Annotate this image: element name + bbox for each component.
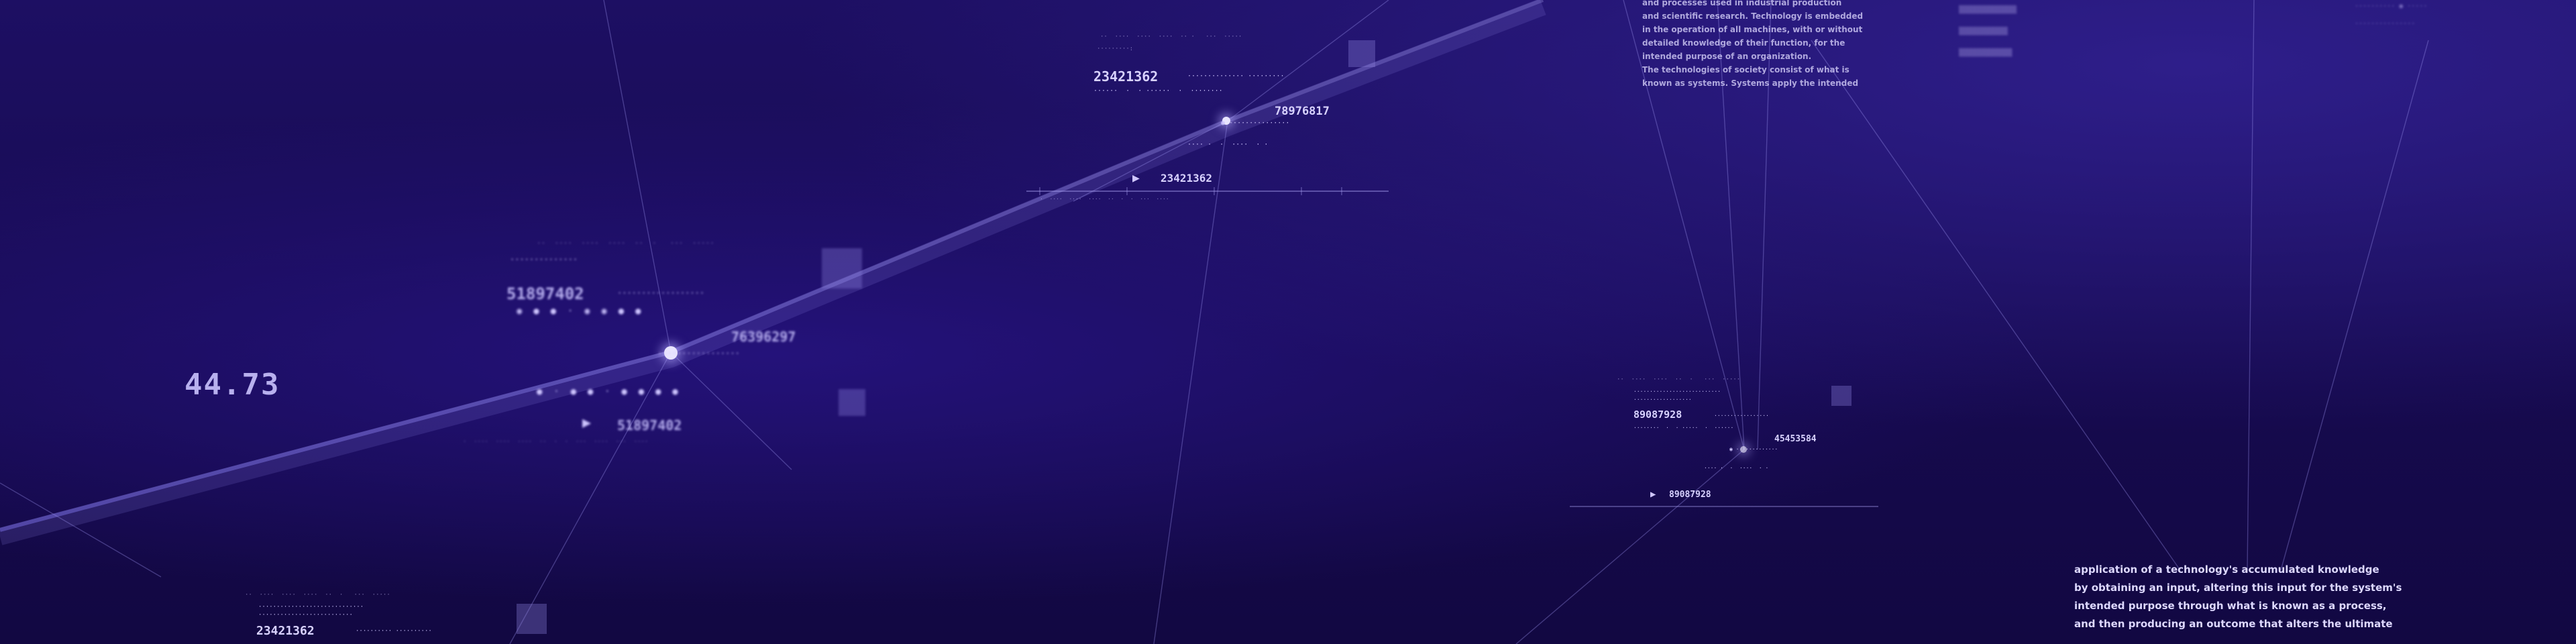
hud-square <box>517 604 547 634</box>
hud-number: 89087928 <box>1669 490 1711 500</box>
hud-panel-right-mid: ·· ···· ···· ·· · ··· ····· ············… <box>1570 372 1878 520</box>
tech-paragraph-bottom: application of a technology's accumulate… <box>2074 561 2402 633</box>
hud-digit-row: ◉ ● ● · ◉ ◉ ● ● <box>517 306 641 317</box>
play-icon: ▶ <box>1132 171 1140 185</box>
hud-panel-top-right: ▒▒▒▒▒▒▒▒▒▒▒▒▒ ▒▒▒▒▒▒▒▒▒▒▒ ▒▒▒▒▒▒▒▒▒▒▒▒ ·… <box>1959 0 2563 107</box>
hud-digit-row: ·························· <box>258 612 353 619</box>
hud-digit-row: ················· <box>657 349 740 358</box>
tech-network-banner: 44.73 ·· ···· ···· ···· ·· · ··· ····· ·… <box>0 0 2576 644</box>
hud-square <box>1831 386 1851 406</box>
hud-axis <box>1570 506 1878 507</box>
hud-panel-bottom-left: ·· ···· ···· ···· ·· · ··· ····· ·······… <box>228 589 577 644</box>
play-icon: ▶ <box>1650 489 1656 500</box>
hud-number: 76396297 <box>731 329 796 345</box>
hud-digit-row: ·············· <box>510 255 578 264</box>
play-icon: ▶ <box>582 415 592 431</box>
hud-digit-row: ···· · · ···· · · <box>1704 465 1769 471</box>
hud-number: 23421362 <box>256 624 315 638</box>
hud-digit-row: ◉ ··············· <box>1221 119 1290 127</box>
hud-digit-row: ··························· <box>1633 388 1721 394</box>
paragraph-line: The technologies of society consist of w… <box>1642 65 1849 74</box>
paragraph-line: in the operation of all machines, with o… <box>1642 25 1863 34</box>
hud-number: 23421362 <box>1093 68 1159 85</box>
paragraph-line: intended purpose of an organization. <box>1642 52 1812 61</box>
hud-number: 78976817 <box>1275 105 1330 118</box>
paragraph-line: application of a technology's accumulate… <box>2074 564 2379 576</box>
hud-number: 51897402 <box>506 284 584 303</box>
paragraph-line: detailed knowledge of their function, fo… <box>1642 38 1845 48</box>
value-readout: 44.73 <box>184 368 280 402</box>
paragraph-line: intended purpose through what is known a… <box>2074 600 2387 612</box>
hud-digit-row: ····························· <box>258 604 364 610</box>
hud-square <box>839 389 865 416</box>
paragraph-line: known as systems. Systems apply the inte… <box>1642 78 1859 88</box>
hud-digit-row: ·········· ◉ ····· <box>2355 3 2428 10</box>
hud-square <box>1348 40 1375 67</box>
hud-digit-row: ·················· <box>617 288 705 298</box>
hud-digit-row: ··············· <box>2355 20 2416 28</box>
hud-panel-top-center: ·· ···· ···· ···· ·· · ··· ····· ·······… <box>1026 34 1389 208</box>
paragraph-line: and then producing an outcome that alter… <box>2074 618 2393 630</box>
hud-dots: ·· ···· ···· ···· ·· · ··· ····· <box>537 239 714 248</box>
hud-dots: ·· ···· ···· ·· · ··· ····· <box>1617 376 1741 383</box>
hud-digit-row: ▒▒▒▒▒▒▒▒▒▒▒▒▒ <box>1959 5 2017 14</box>
hud-digit-row: ◉ ············· <box>1729 446 1778 452</box>
hud-number: 45453584 <box>1774 434 1817 444</box>
paragraph-line: by obtaining an input, altering this inp… <box>2074 582 2402 594</box>
hud-number: 51897402 <box>617 417 682 433</box>
hud-ticks: · ···· ···· ···· ·· · · ··· ···· ··· ···… <box>463 439 649 445</box>
hud-square <box>822 248 862 288</box>
hud-digit-row: ▒▒▒▒▒▒▒▒▒▒▒ <box>1959 27 2008 36</box>
hud-code: ·········: <box>1097 46 1134 52</box>
tech-paragraph-top: and processes used in industrial product… <box>1642 0 1863 90</box>
hud-ticks: · ···· ···· ···· ·· · · ··· ···· <box>1040 196 1169 202</box>
hud-digit-row: ···· · · ···· · · <box>1187 141 1269 148</box>
paragraph-line: and processes used in industrial product… <box>1642 0 1842 7</box>
hud-digit-row: ● · ● ● · ● ● ● ● <box>537 386 678 397</box>
hud-panel-left-mid: ·· ···· ···· ···· ·· · ··· ····· ·······… <box>463 235 892 463</box>
hud-digit-row: ·········· ·········· <box>356 628 432 635</box>
hud-digit-row: ·················· <box>1633 396 1692 402</box>
paragraph-line: and scientific research. Technology is e… <box>1642 11 1864 21</box>
hud-digit-row: ▒▒▒▒▒▒▒▒▒▒▒▒ <box>1959 48 2012 57</box>
hud-dots: ·· ···· ···· ···· ·· · ··· ····· <box>1100 34 1242 40</box>
hud-dots: ·· ···· ···· ···· ·· · ··· ····· <box>245 592 390 598</box>
hud-digit-row: ·············· ········· <box>1187 72 1285 80</box>
hud-digit-row: ······ · · ······ · ········ <box>1093 87 1223 95</box>
hud-digit-row: ········ · · ····· · ······ <box>1633 425 1734 431</box>
hud-digit-row: ················· <box>1714 413 1769 419</box>
hud-number: 89087928 <box>1633 409 1682 421</box>
hud-number: 23421362 <box>1161 172 1213 184</box>
